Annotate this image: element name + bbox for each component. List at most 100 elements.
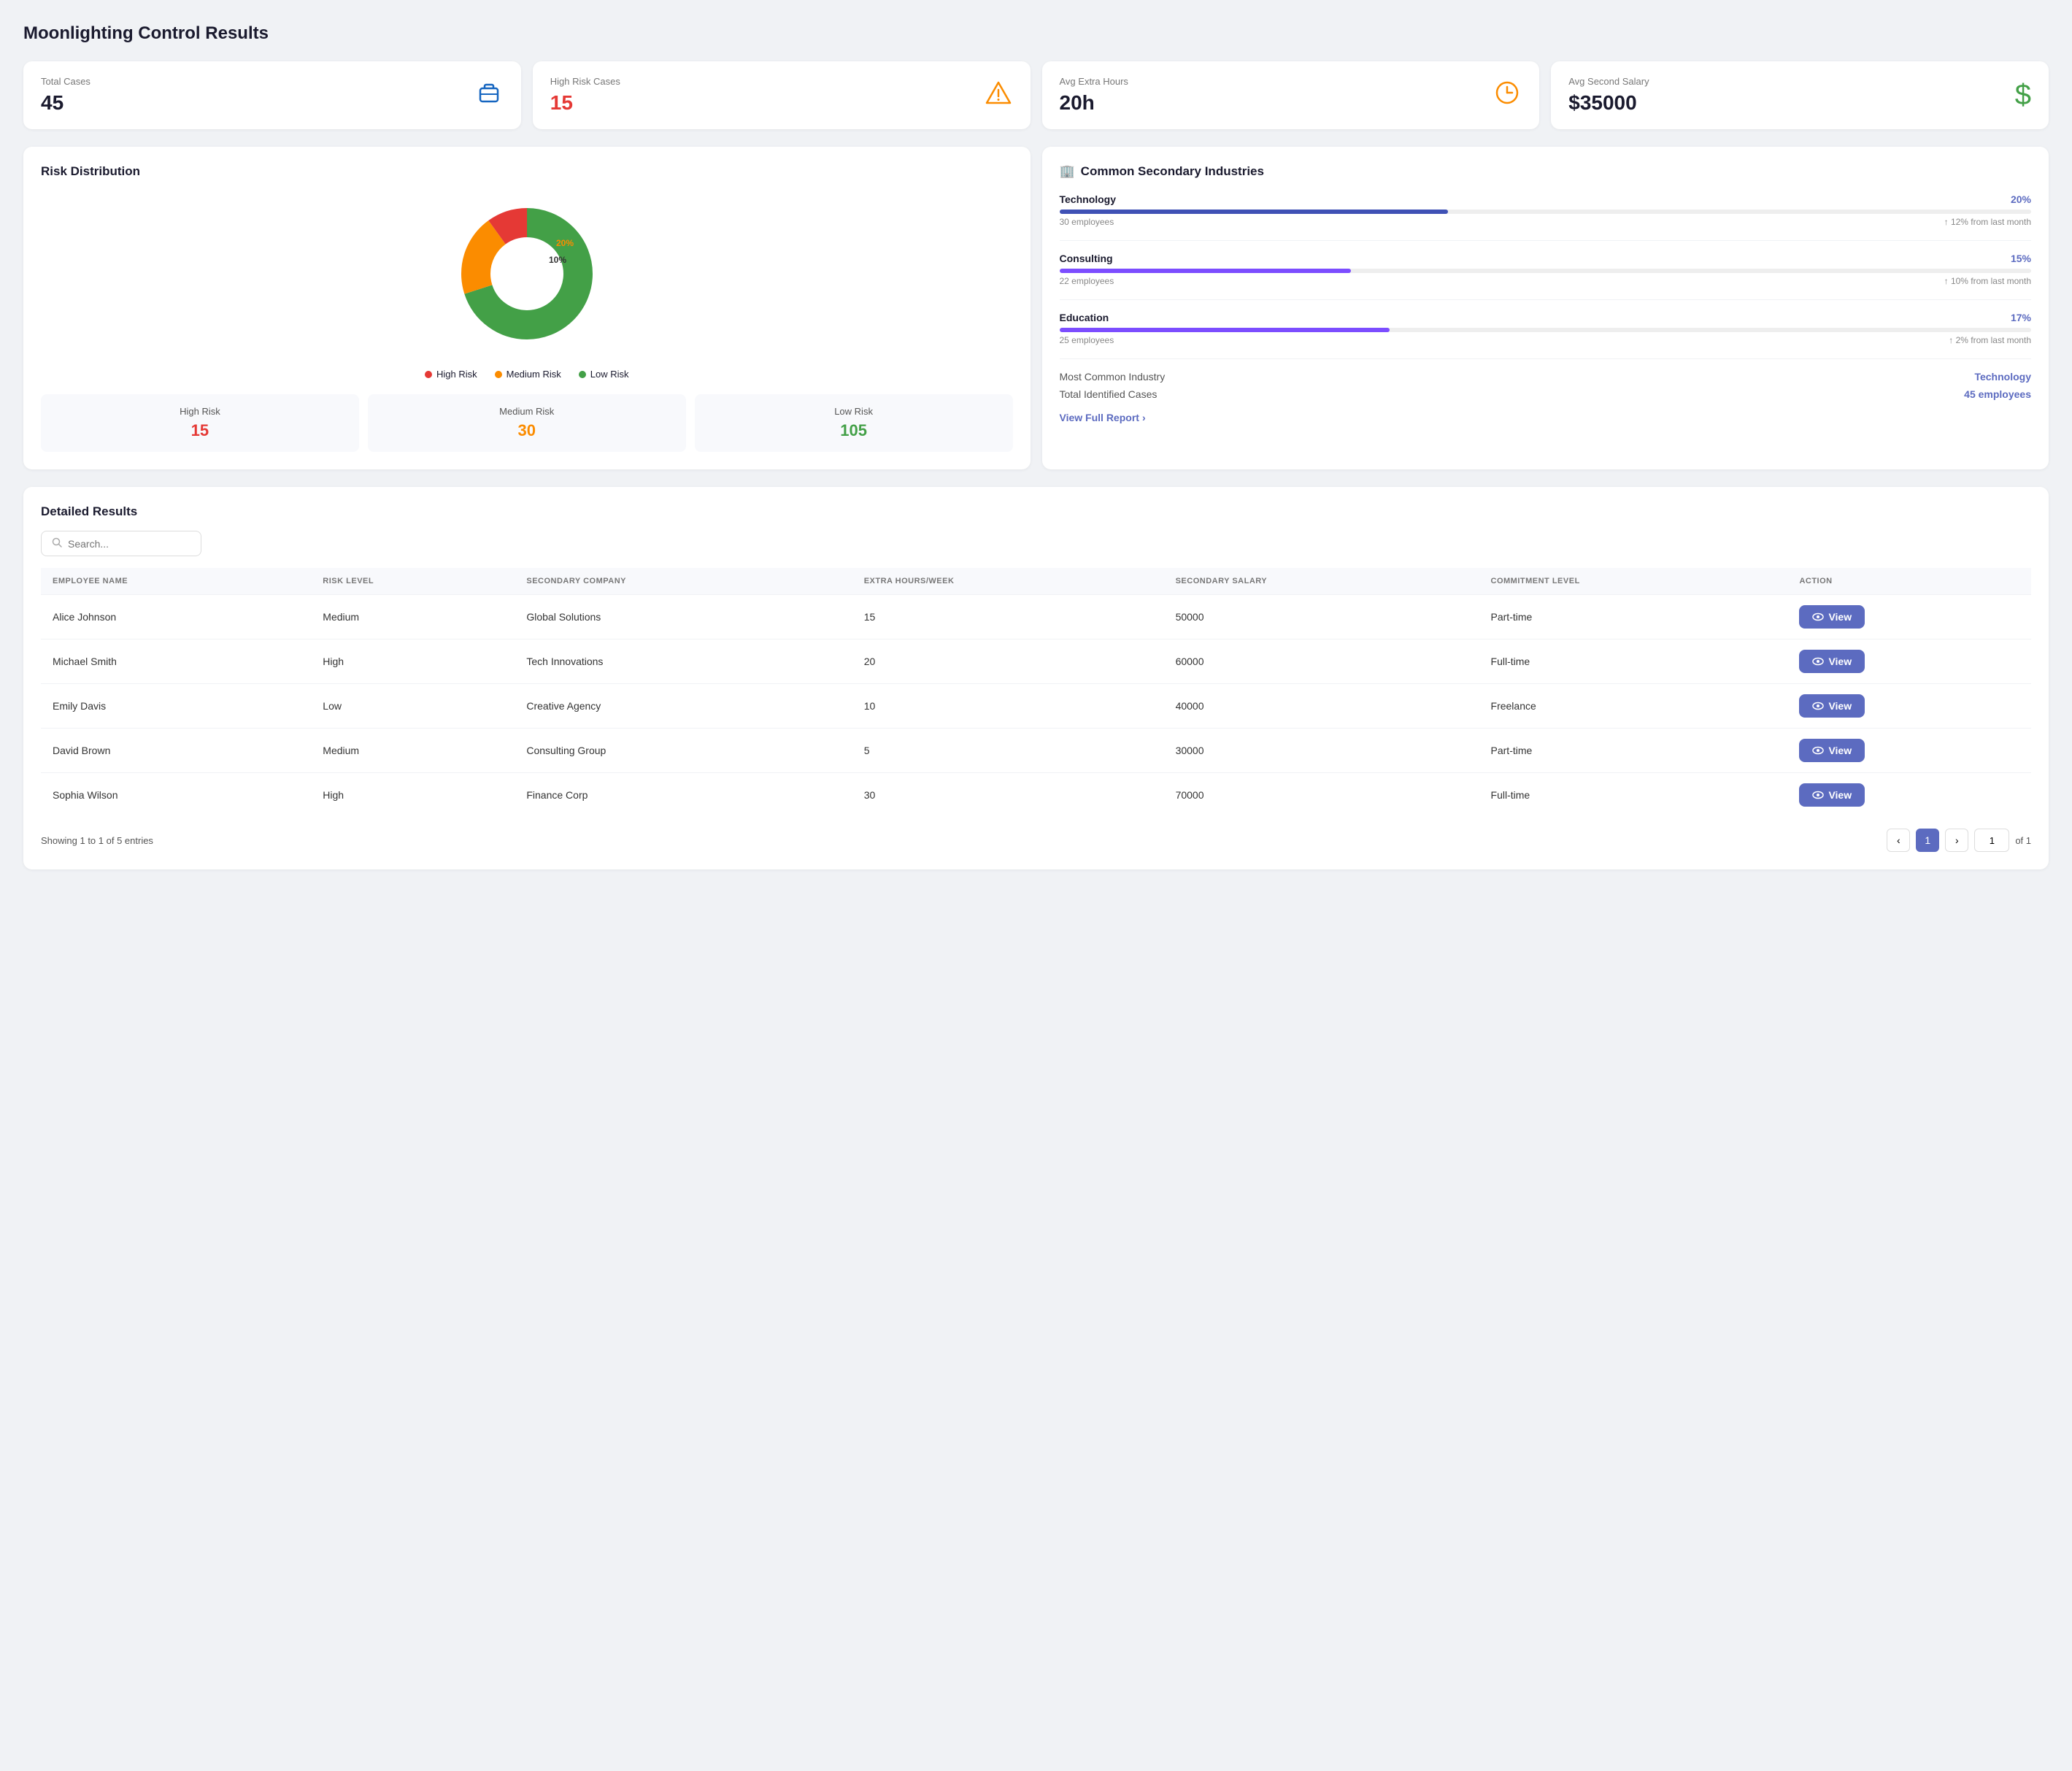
cell-hours-2: 10 [852, 684, 1164, 729]
summary-most-common-value: Technology [1974, 371, 2031, 383]
search-box[interactable] [41, 531, 201, 556]
svg-text:20%: 20% [556, 238, 574, 248]
col-risk-level: RISK LEVEL [311, 568, 515, 595]
industry-education: Education 17% 25 employees ↑ 2% from las… [1060, 312, 2032, 345]
industry-consulting-bar [1060, 269, 2032, 273]
cell-name-3: David Brown [41, 729, 311, 773]
col-commitment-level: COMMITMENT LEVEL [1479, 568, 1788, 595]
risk-stats-row: High Risk 15 Medium Risk 30 Low Risk 105 [41, 394, 1013, 452]
industry-consulting-fill [1060, 269, 1351, 273]
eye-icon [1812, 700, 1824, 712]
cell-commitment-4: Full-time [1479, 773, 1788, 818]
col-secondary-salary: SECONDARY SALARY [1164, 568, 1479, 595]
medium-risk-stat-label: Medium Risk [380, 406, 674, 417]
donut-chart: 10% 20% 70% [447, 193, 607, 354]
view-full-report-link[interactable]: View Full Report › [1060, 412, 2032, 423]
industry-technology: Technology 20% 30 employees ↑ 12% from l… [1060, 193, 2032, 227]
cell-hours-3: 5 [852, 729, 1164, 773]
pagination-row: Showing 1 to 1 of 5 entries ‹ 1 › of 1 [41, 829, 2031, 852]
search-input[interactable] [68, 538, 190, 550]
detailed-results-title: Detailed Results [41, 504, 2031, 519]
cell-commitment-2: Freelance [1479, 684, 1788, 729]
summary-most-common-label: Most Common Industry [1060, 371, 1166, 383]
cell-salary-0: 50000 [1164, 595, 1479, 639]
industry-tech-bar [1060, 210, 2032, 214]
industry-consulting: Consulting 15% 22 employees ↑ 10% from l… [1060, 253, 2032, 286]
high-risk-stat-label: High Risk [53, 406, 347, 417]
cell-action-1: View [1787, 639, 2031, 684]
cell-commitment-0: Part-time [1479, 595, 1788, 639]
col-secondary-company: SECONDARY COMPANY [515, 568, 852, 595]
eye-icon [1812, 656, 1824, 667]
stat-card-avg-salary: Avg Second Salary $35000 $ [1551, 61, 2049, 129]
table-row: David Brown Medium Consulting Group 5 30… [41, 729, 2031, 773]
industry-tech-employees: 30 employees [1060, 217, 1114, 227]
col-action: ACTION [1787, 568, 2031, 595]
cell-action-3: View [1787, 729, 2031, 773]
industry-consulting-employees: 22 employees [1060, 276, 1114, 286]
briefcase-icon [474, 78, 504, 113]
table-row: Emily Davis Low Creative Agency 10 40000… [41, 684, 2031, 729]
legend-low-risk-label: Low Risk [590, 369, 629, 380]
prev-page-button[interactable]: ‹ [1887, 829, 1910, 852]
next-page-button[interactable]: › [1945, 829, 1968, 852]
pagination-showing: Showing 1 to 1 of 5 entries [41, 835, 153, 846]
stats-row: Total Cases 45 High Risk Cases 15 Av [23, 61, 2049, 129]
legend-low-risk: Low Risk [579, 369, 629, 380]
cell-risk-1: High [311, 639, 515, 684]
stat-label-avg-hours: Avg Extra Hours [1060, 76, 1128, 87]
cell-hours-1: 20 [852, 639, 1164, 684]
view-button-1[interactable]: View [1799, 650, 1865, 673]
stat-value-avg-salary: $35000 [1568, 91, 1649, 115]
low-risk-stat: Low Risk 105 [695, 394, 1013, 452]
view-button-3[interactable]: View [1799, 739, 1865, 762]
cell-salary-3: 30000 [1164, 729, 1479, 773]
view-button-0[interactable]: View [1799, 605, 1865, 629]
warning-icon [984, 78, 1013, 113]
industry-tech-pct: 20% [2011, 193, 2031, 205]
cell-name-1: Michael Smith [41, 639, 311, 684]
main-row: Risk Distribution 10% 20% 70% [23, 147, 2049, 469]
industry-education-trend: ↑ 2% from last month [1949, 335, 2031, 345]
results-table: EMPLOYEE NAME RISK LEVEL SECONDARY COMPA… [41, 568, 2031, 817]
stat-card-high-risk: High Risk Cases 15 [533, 61, 1031, 129]
high-risk-dot [425, 371, 432, 378]
cell-company-3: Consulting Group [515, 729, 852, 773]
medium-risk-dot [495, 371, 502, 378]
detailed-results-card: Detailed Results EMPLOYEE NAME RISK LEVE… [23, 487, 2049, 869]
cell-risk-0: Medium [311, 595, 515, 639]
clock-icon [1493, 78, 1522, 113]
legend-medium-risk: Medium Risk [495, 369, 561, 380]
low-risk-stat-value: 105 [706, 421, 1001, 440]
stat-value-total: 45 [41, 91, 90, 115]
industry-tech-trend: ↑ 12% from last month [1944, 217, 2031, 227]
industry-education-bar [1060, 328, 2032, 332]
page-jump-input[interactable] [1974, 829, 2009, 852]
legend-high-risk-label: High Risk [436, 369, 477, 380]
eye-icon [1812, 789, 1824, 801]
industry-education-employees: 25 employees [1060, 335, 1114, 345]
stat-card-avg-hours: Avg Extra Hours 20h [1042, 61, 1540, 129]
industry-education-fill [1060, 328, 1390, 332]
view-button-2[interactable]: View [1799, 694, 1865, 718]
industry-tech-meta: 30 employees ↑ 12% from last month [1060, 217, 2032, 227]
col-extra-hours: EXTRA HOURS/WEEK [852, 568, 1164, 595]
cell-salary-2: 40000 [1164, 684, 1479, 729]
table-header-row: EMPLOYEE NAME RISK LEVEL SECONDARY COMPA… [41, 568, 2031, 595]
industry-consulting-meta: 22 employees ↑ 10% from last month [1060, 276, 2032, 286]
col-employee-name: EMPLOYEE NAME [41, 568, 311, 595]
high-risk-stat-value: 15 [53, 421, 347, 440]
cell-commitment-3: Part-time [1479, 729, 1788, 773]
pagination-controls: ‹ 1 › of 1 [1887, 829, 2031, 852]
industry-consulting-pct: 15% [2011, 253, 2031, 264]
chart-legend: High Risk Medium Risk Low Risk [41, 369, 1013, 380]
industries-title: 🏢 Common Secondary Industries [1060, 164, 2032, 179]
industry-consulting-name: Consulting [1060, 253, 1113, 264]
cell-company-4: Finance Corp [515, 773, 852, 818]
current-page-button[interactable]: 1 [1916, 829, 1939, 852]
stat-value-avg-hours: 20h [1060, 91, 1128, 115]
donut-chart-container: 10% 20% 70% [41, 193, 1013, 354]
view-button-4[interactable]: View [1799, 783, 1865, 807]
summary-total-cases-value: 45 employees [1964, 388, 2031, 400]
search-icon [52, 537, 62, 550]
